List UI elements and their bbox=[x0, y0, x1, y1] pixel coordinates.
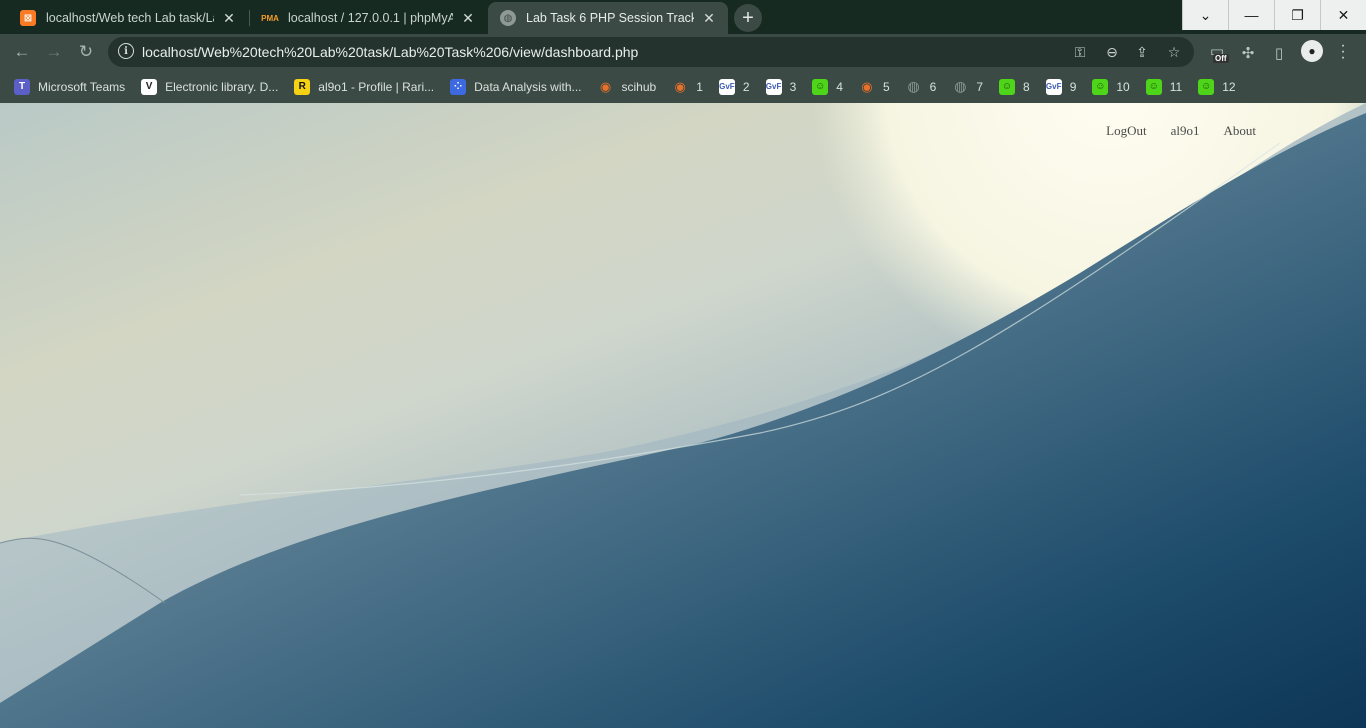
globe-icon: ◍ bbox=[500, 10, 516, 26]
rarible-icon: R bbox=[294, 78, 311, 95]
tab-phpmyadmin[interactable]: PMA localhost / 127.0.0.1 | phpMyAdm ✕ bbox=[250, 2, 487, 34]
eye-icon: ◉ bbox=[599, 78, 612, 94]
dashboard-page: LogOut al9o1 About bbox=[0, 103, 1366, 728]
bookmark-item[interactable]: ◉ scihub bbox=[598, 78, 656, 95]
about-link[interactable]: About bbox=[1224, 123, 1257, 139]
bookmark-item[interactable]: V Electronic library. D... bbox=[141, 78, 278, 95]
tab-title: localhost/Web tech Lab task/Lab bbox=[46, 11, 214, 25]
side-panel-icon[interactable]: ▯ bbox=[1268, 42, 1290, 64]
smiley-icon: ☺ bbox=[1145, 78, 1162, 95]
bookmarks-bar: T Microsoft Teams V Electronic library. D.… bbox=[0, 70, 1366, 103]
smiley-icon: ☺ bbox=[1198, 78, 1215, 95]
gvf-icon: GvF bbox=[765, 78, 782, 95]
xampp-icon: ⊠ bbox=[20, 10, 36, 26]
bookmark-item[interactable]: Ral9o1 - Profile | Rari... bbox=[294, 78, 434, 95]
share-icon[interactable]: ⇪ bbox=[1132, 42, 1152, 62]
dots-icon: ⁘ bbox=[450, 78, 467, 95]
close-icon[interactable]: ✕ bbox=[700, 9, 718, 27]
smiley-icon: ☺ bbox=[1092, 78, 1109, 95]
tab-title: localhost / 127.0.0.1 | phpMyAdm bbox=[288, 11, 453, 25]
bookmark-item[interactable]: ◍ 6 bbox=[906, 78, 937, 95]
forward-button[interactable]: → bbox=[42, 40, 66, 64]
bookmark-item[interactable]: ◉ 1 bbox=[672, 79, 703, 95]
bookmark-item[interactable]: GvF 3 bbox=[765, 78, 796, 95]
bookmark-item[interactable]: ☺ 12 bbox=[1198, 78, 1236, 95]
close-icon[interactable]: ✕ bbox=[220, 9, 238, 27]
bookmark-item[interactable]: GvF 2 bbox=[718, 78, 750, 95]
reload-button[interactable]: ↻ bbox=[74, 40, 98, 64]
profile-avatar[interactable]: ● bbox=[1301, 40, 1323, 62]
smiley-icon: ☺ bbox=[812, 78, 829, 95]
smiley-icon: ☺ bbox=[999, 78, 1015, 95]
teams-icon: T bbox=[14, 78, 30, 95]
key-icon[interactable]: ⚿ bbox=[1070, 42, 1090, 62]
zoom-icon[interactable]: ⊖ bbox=[1102, 42, 1122, 62]
minimize-button[interactable]: — bbox=[1228, 0, 1274, 30]
tab-xampp[interactable]: ⊠ localhost/Web tech Lab task/Lab ✕ bbox=[8, 2, 248, 34]
bookmark-item[interactable]: T Microsoft Teams bbox=[14, 78, 125, 95]
puzzle-icon[interactable]: ✣ bbox=[1237, 42, 1259, 64]
gvf-icon: GvF bbox=[718, 78, 735, 95]
menu-icon[interactable]: · · · bbox=[1336, 38, 1350, 66]
globe-icon: ◍ bbox=[954, 78, 967, 94]
bookmark-item[interactable]: ☺ 4 bbox=[812, 78, 843, 95]
browser-toolbar: ← → ↻ i localhost/Web%20tech%20Lab%20tas… bbox=[0, 34, 1366, 70]
eye-icon: ◉ bbox=[861, 78, 873, 94]
username-link[interactable]: al9o1 bbox=[1171, 123, 1200, 139]
close-icon[interactable]: ✕ bbox=[459, 9, 477, 27]
tab-strip: ⊠ localhost/Web tech Lab task/Lab ✕ PMA … bbox=[0, 0, 1366, 34]
window-close-button[interactable]: ✕ bbox=[1320, 0, 1366, 30]
eye-icon: ◉ bbox=[674, 78, 686, 94]
site-info-icon[interactable]: i bbox=[118, 43, 134, 59]
bookmark-item[interactable]: ⁘ Data Analysis with... bbox=[450, 78, 582, 95]
tab-lab-task-6[interactable]: ◍ Lab Task 6 PHP Session Tracking ✕ bbox=[488, 2, 728, 34]
bookmark-item[interactable]: ☺ 8 bbox=[999, 78, 1030, 95]
bookmark-item[interactable]: ☺ 10 bbox=[1092, 78, 1130, 95]
bookmark-star-icon[interactable]: ☆ bbox=[1164, 42, 1184, 62]
url-text[interactable]: localhost/Web%20tech%20Lab%20task/Lab%20… bbox=[142, 44, 638, 60]
globe-icon: ◍ bbox=[907, 78, 920, 94]
gvf-icon: GvF bbox=[1045, 78, 1062, 95]
address-bar[interactable]: i localhost/Web%20tech%20Lab%20task/Lab%… bbox=[108, 37, 1194, 67]
logout-link[interactable]: LogOut bbox=[1106, 123, 1146, 139]
v-icon: V bbox=[141, 78, 158, 95]
back-button[interactable]: ← bbox=[10, 40, 34, 64]
bookmark-item[interactable]: GvF 9 bbox=[1045, 78, 1076, 95]
extension-off-badge: Off bbox=[1213, 54, 1229, 63]
new-tab-button[interactable]: + bbox=[734, 4, 762, 32]
site-nav: LogOut al9o1 About bbox=[1106, 123, 1256, 139]
restore-button[interactable]: ❐ bbox=[1274, 0, 1320, 30]
bookmark-item[interactable]: ◍ 7 bbox=[952, 78, 983, 95]
bookmark-item[interactable]: ◉ 5 bbox=[859, 78, 889, 95]
background-image bbox=[0, 103, 1366, 728]
phpmyadmin-icon: PMA bbox=[261, 13, 279, 23]
tab-search-button[interactable]: ⌄ bbox=[1182, 0, 1228, 30]
tab-title: Lab Task 6 PHP Session Tracking bbox=[526, 11, 694, 25]
bookmark-item[interactable]: ☺ 11 bbox=[1145, 78, 1182, 95]
